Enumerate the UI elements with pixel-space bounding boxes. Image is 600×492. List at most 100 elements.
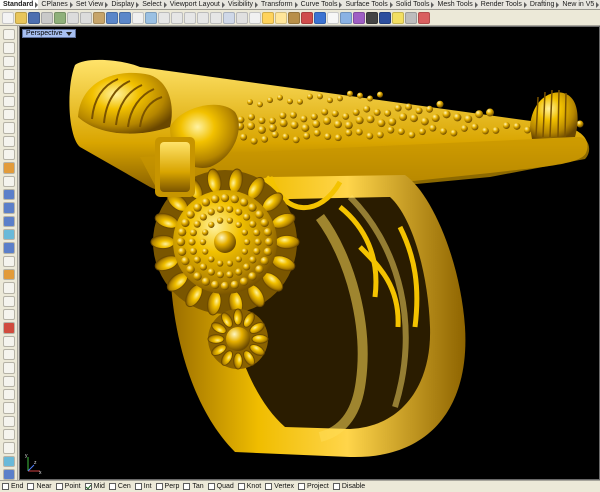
render-sphere-icon[interactable]: [2, 468, 15, 481]
explode-icon[interactable]: [2, 322, 15, 334]
osnap-checkbox[interactable]: [207, 483, 215, 490]
tab-drafting[interactable]: Drafting: [527, 0, 560, 9]
tab-visibility[interactable]: Visibility: [225, 0, 259, 9]
group-icon[interactable]: [2, 335, 15, 347]
rotate-view-icon[interactable]: [145, 11, 157, 24]
tab-set-view[interactable]: Set View: [73, 0, 109, 9]
tab-curve-tools[interactable]: Curve Tools: [298, 0, 343, 9]
render-icon[interactable]: [379, 11, 391, 24]
tab-mesh-tools[interactable]: Mesh Tools: [434, 0, 479, 9]
offset-curve-icon[interactable]: [2, 175, 15, 187]
curve-icon[interactable]: [2, 68, 15, 81]
redo-icon[interactable]: [119, 11, 131, 24]
osnap-int[interactable]: Int: [134, 483, 152, 490]
mesh-icon[interactable]: [2, 255, 15, 267]
tab-render-tools[interactable]: Render Tools: [478, 0, 528, 9]
osnap-checkbox[interactable]: [2, 483, 9, 490]
undo-icon[interactable]: [106, 11, 118, 24]
osnap-checkbox[interactable]: [108, 483, 116, 490]
osnap-cen[interactable]: Cen: [108, 483, 131, 490]
osnap-quad[interactable]: Quad: [207, 483, 234, 490]
osnap-project[interactable]: Project: [298, 483, 329, 490]
undo-view-icon[interactable]: [210, 11, 222, 24]
osnap-perp[interactable]: Perp: [155, 483, 179, 490]
tab-viewport-layout[interactable]: Viewport Layout: [167, 0, 225, 9]
layers-icon[interactable]: [301, 11, 313, 24]
trim-icon[interactable]: [2, 282, 15, 294]
analyze-icon[interactable]: [2, 455, 15, 467]
four-views-icon[interactable]: [223, 11, 235, 24]
cylinder-icon[interactable]: [2, 242, 15, 254]
osnap-knot[interactable]: Knot: [237, 483, 261, 490]
tab-cplanes[interactable]: CPlanes: [38, 0, 74, 9]
extrude-icon[interactable]: [2, 202, 15, 214]
show-icon[interactable]: [275, 11, 287, 24]
arc-icon[interactable]: [2, 95, 15, 107]
dimension-icon[interactable]: [2, 428, 15, 441]
osnap-checkbox[interactable]: [84, 483, 92, 490]
osnap-checkbox[interactable]: [134, 483, 142, 490]
open-icon[interactable]: [15, 11, 27, 24]
osnap-mid[interactable]: Mid: [84, 483, 105, 490]
point-icon[interactable]: [2, 42, 15, 54]
zoom-extents-icon[interactable]: [184, 11, 196, 24]
rotate-icon[interactable]: [2, 375, 15, 387]
save-icon[interactable]: [28, 11, 40, 24]
zoom-selected-icon[interactable]: [197, 11, 209, 24]
osnap-near[interactable]: Near: [27, 483, 52, 490]
pan-icon[interactable]: [132, 11, 144, 24]
tab-display[interactable]: Display: [108, 0, 140, 9]
grid-icon[interactable]: [236, 11, 248, 24]
circle-icon[interactable]: [2, 82, 15, 94]
polygon-icon[interactable]: [2, 135, 15, 147]
options-icon[interactable]: [405, 11, 417, 24]
osnap-checkbox[interactable]: [155, 483, 163, 490]
cut-icon[interactable]: [67, 11, 79, 24]
zoom-window-icon[interactable]: [171, 11, 183, 24]
select-icon[interactable]: [249, 11, 261, 24]
material-icon[interactable]: [366, 11, 378, 24]
perspective-viewport[interactable]: Perspective x y z: [19, 26, 600, 480]
copy-icon[interactable]: [80, 11, 92, 24]
wireframe-icon[interactable]: [327, 11, 339, 24]
split-icon[interactable]: [2, 295, 15, 307]
sphere-icon[interactable]: [2, 228, 15, 241]
print-icon[interactable]: [41, 11, 53, 24]
shaded-icon[interactable]: [340, 11, 352, 24]
viewport-title[interactable]: Perspective: [22, 29, 76, 38]
import-icon[interactable]: [54, 11, 66, 24]
free-form-icon[interactable]: [2, 148, 15, 161]
tab-surface-tools[interactable]: Surface Tools: [342, 0, 394, 9]
osnap-checkbox[interactable]: [265, 483, 273, 490]
array-icon[interactable]: [2, 415, 15, 427]
paste-icon[interactable]: [93, 11, 105, 24]
properties-icon[interactable]: [314, 11, 326, 24]
mirror-icon[interactable]: [2, 402, 15, 414]
tab-solid-tools[interactable]: Solid Tools: [393, 0, 435, 9]
osnap-disable[interactable]: Disable: [332, 483, 365, 490]
help-icon[interactable]: [418, 11, 430, 24]
osnap-checkbox[interactable]: [237, 483, 245, 490]
chevron-down-icon[interactable]: [65, 31, 72, 36]
select-arrow-icon[interactable]: [2, 29, 15, 41]
boolean-icon[interactable]: [2, 268, 15, 281]
osnap-tan[interactable]: Tan: [183, 483, 204, 490]
osnap-end[interactable]: End: [2, 483, 23, 490]
polyline-icon[interactable]: [2, 55, 15, 67]
new-file-icon[interactable]: [2, 11, 14, 24]
scale-icon[interactable]: [2, 388, 15, 401]
hide-icon[interactable]: [262, 11, 274, 24]
fillet-curves-icon[interactable]: [2, 162, 15, 174]
osnap-point[interactable]: Point: [55, 483, 81, 490]
text-icon[interactable]: [2, 442, 15, 454]
copy-icon[interactable]: [2, 362, 15, 374]
viewport-title-label[interactable]: Perspective: [26, 30, 63, 38]
tab-standard[interactable]: Standard: [0, 0, 39, 9]
osnap-checkbox[interactable]: [332, 483, 340, 490]
surface-from-curves-icon[interactable]: [2, 188, 15, 201]
tab-select[interactable]: Select: [139, 0, 168, 9]
rectangle-icon[interactable]: [2, 122, 15, 134]
osnap-checkbox[interactable]: [27, 483, 35, 490]
ellipse-icon[interactable]: [2, 108, 15, 121]
osnap-checkbox[interactable]: [55, 483, 63, 490]
